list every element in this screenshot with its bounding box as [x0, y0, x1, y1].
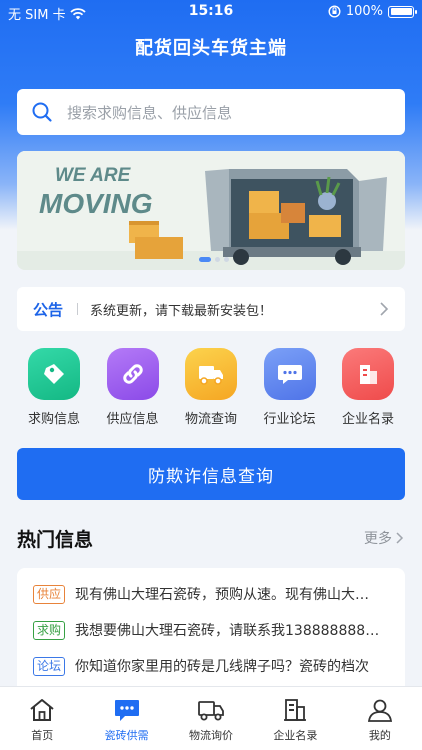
tag-badge: 论坛 — [33, 656, 66, 676]
tag-badge: 求购 — [33, 620, 66, 640]
building-icon — [342, 348, 394, 400]
notice-divider — [77, 303, 79, 315]
user-icon — [367, 699, 392, 722]
quick-label: 物流查询 — [184, 412, 237, 427]
battery-icon — [388, 5, 417, 18]
tab-label: 企业名录 — [273, 729, 318, 742]
quick-label: 企业名录 — [341, 412, 394, 427]
pager-dot — [224, 257, 229, 262]
banner-pager — [199, 257, 229, 262]
promo-banner[interactable]: WE ARE MOVING — [17, 151, 405, 270]
truck-icon — [185, 348, 237, 400]
more-link[interactable]: 更多 — [364, 528, 404, 548]
notice-label: 公告 — [33, 300, 64, 319]
list-item-text: 现有佛山大理石瓷砖，预购从速。现有佛山大理石瓷砖 — [75, 587, 381, 603]
battery-percent: 100% — [345, 4, 383, 19]
pager-dot-active — [199, 257, 211, 262]
list-item-text: 你知道你家里用的砖是几线牌子吗？瓷砖的档次 — [75, 659, 370, 675]
pager-dot — [215, 257, 220, 262]
status-bar: 无 SIM 卡 15:16 100% — [0, 0, 422, 24]
search-icon — [32, 102, 52, 122]
fraud-check-button[interactable]: 防欺诈信息查询 — [17, 448, 405, 500]
banner-headline-1: WE ARE — [55, 165, 132, 186]
tab-home[interactable]: 首页 — [0, 687, 84, 750]
tab-directory[interactable]: 企业名录 — [253, 687, 337, 750]
banner-headline-2: MOVING — [39, 188, 153, 219]
tab-profile[interactable]: 我的 — [338, 687, 422, 750]
quick-label: 求购信息 — [27, 412, 80, 427]
quick-item-forum[interactable]: 行业论坛 — [253, 348, 327, 428]
tab-label: 瓷砖供需 — [104, 729, 149, 742]
link-icon — [106, 348, 159, 400]
page-title: 配货回头车货主端 — [135, 38, 287, 59]
tab-tile-market[interactable]: 瓷砖供需 — [84, 687, 168, 750]
quick-item-directory[interactable]: 企业名录 — [331, 348, 405, 428]
message-icon — [114, 700, 139, 721]
chat-icon — [263, 348, 316, 400]
quick-item-logistics[interactable]: 物流查询 — [174, 348, 248, 428]
tab-label: 首页 — [31, 729, 54, 742]
chevron-right-icon — [380, 302, 389, 316]
search-placeholder: 搜索求购信息、供应信息 — [67, 103, 233, 122]
orientation-lock-icon — [328, 5, 341, 18]
quick-item-purchase[interactable]: 求购信息 — [17, 348, 91, 428]
moving-truck-illustration: WE ARE MOVING — [17, 151, 405, 270]
building-icon — [284, 699, 307, 721]
quick-access-grid: 求购信息 供应信息 物流查询 行业论坛 企业名录 — [17, 348, 405, 428]
quick-item-supply[interactable]: 供应信息 — [96, 348, 170, 428]
home-icon — [30, 699, 54, 721]
quick-label: 行业论坛 — [263, 412, 316, 427]
tag-icon — [28, 348, 80, 400]
truck-icon — [198, 701, 224, 721]
chevron-right-icon — [396, 532, 404, 544]
notice-text: 系统更新，请下载最新安装包！ — [90, 303, 273, 319]
section-title: 热门信息 — [17, 529, 94, 551]
list-item[interactable]: 求购 我想要佛山大理石瓷砖，请联系我13888888888 — [33, 620, 405, 640]
list-item-text: 我想要佛山大理石瓷砖，请联系我13888888888 — [75, 623, 381, 639]
tab-logistics-quote[interactable]: 物流询价 — [169, 687, 253, 750]
search-bar[interactable]: 搜索求购信息、供应信息 — [17, 89, 405, 135]
tag-badge: 供应 — [33, 584, 66, 604]
notice-bar[interactable]: 公告 系统更新，请下载最新安装包！ — [17, 287, 405, 331]
tab-label: 我的 — [368, 729, 391, 742]
quick-label: 供应信息 — [106, 412, 159, 427]
tab-label: 物流询价 — [189, 729, 234, 742]
list-item[interactable]: 论坛 你知道你家里用的砖是几线牌子吗？瓷砖的档次 — [33, 656, 405, 676]
bottom-tab-bar: 首页 瓷砖供需 物流询价 企业名录 我的 — [0, 686, 422, 750]
list-item[interactable]: 供应 现有佛山大理石瓷砖，预购从速。现有佛山大理石瓷砖 — [33, 584, 405, 604]
more-label: 更多 — [364, 531, 392, 547]
status-right: 100% — [328, 4, 417, 19]
